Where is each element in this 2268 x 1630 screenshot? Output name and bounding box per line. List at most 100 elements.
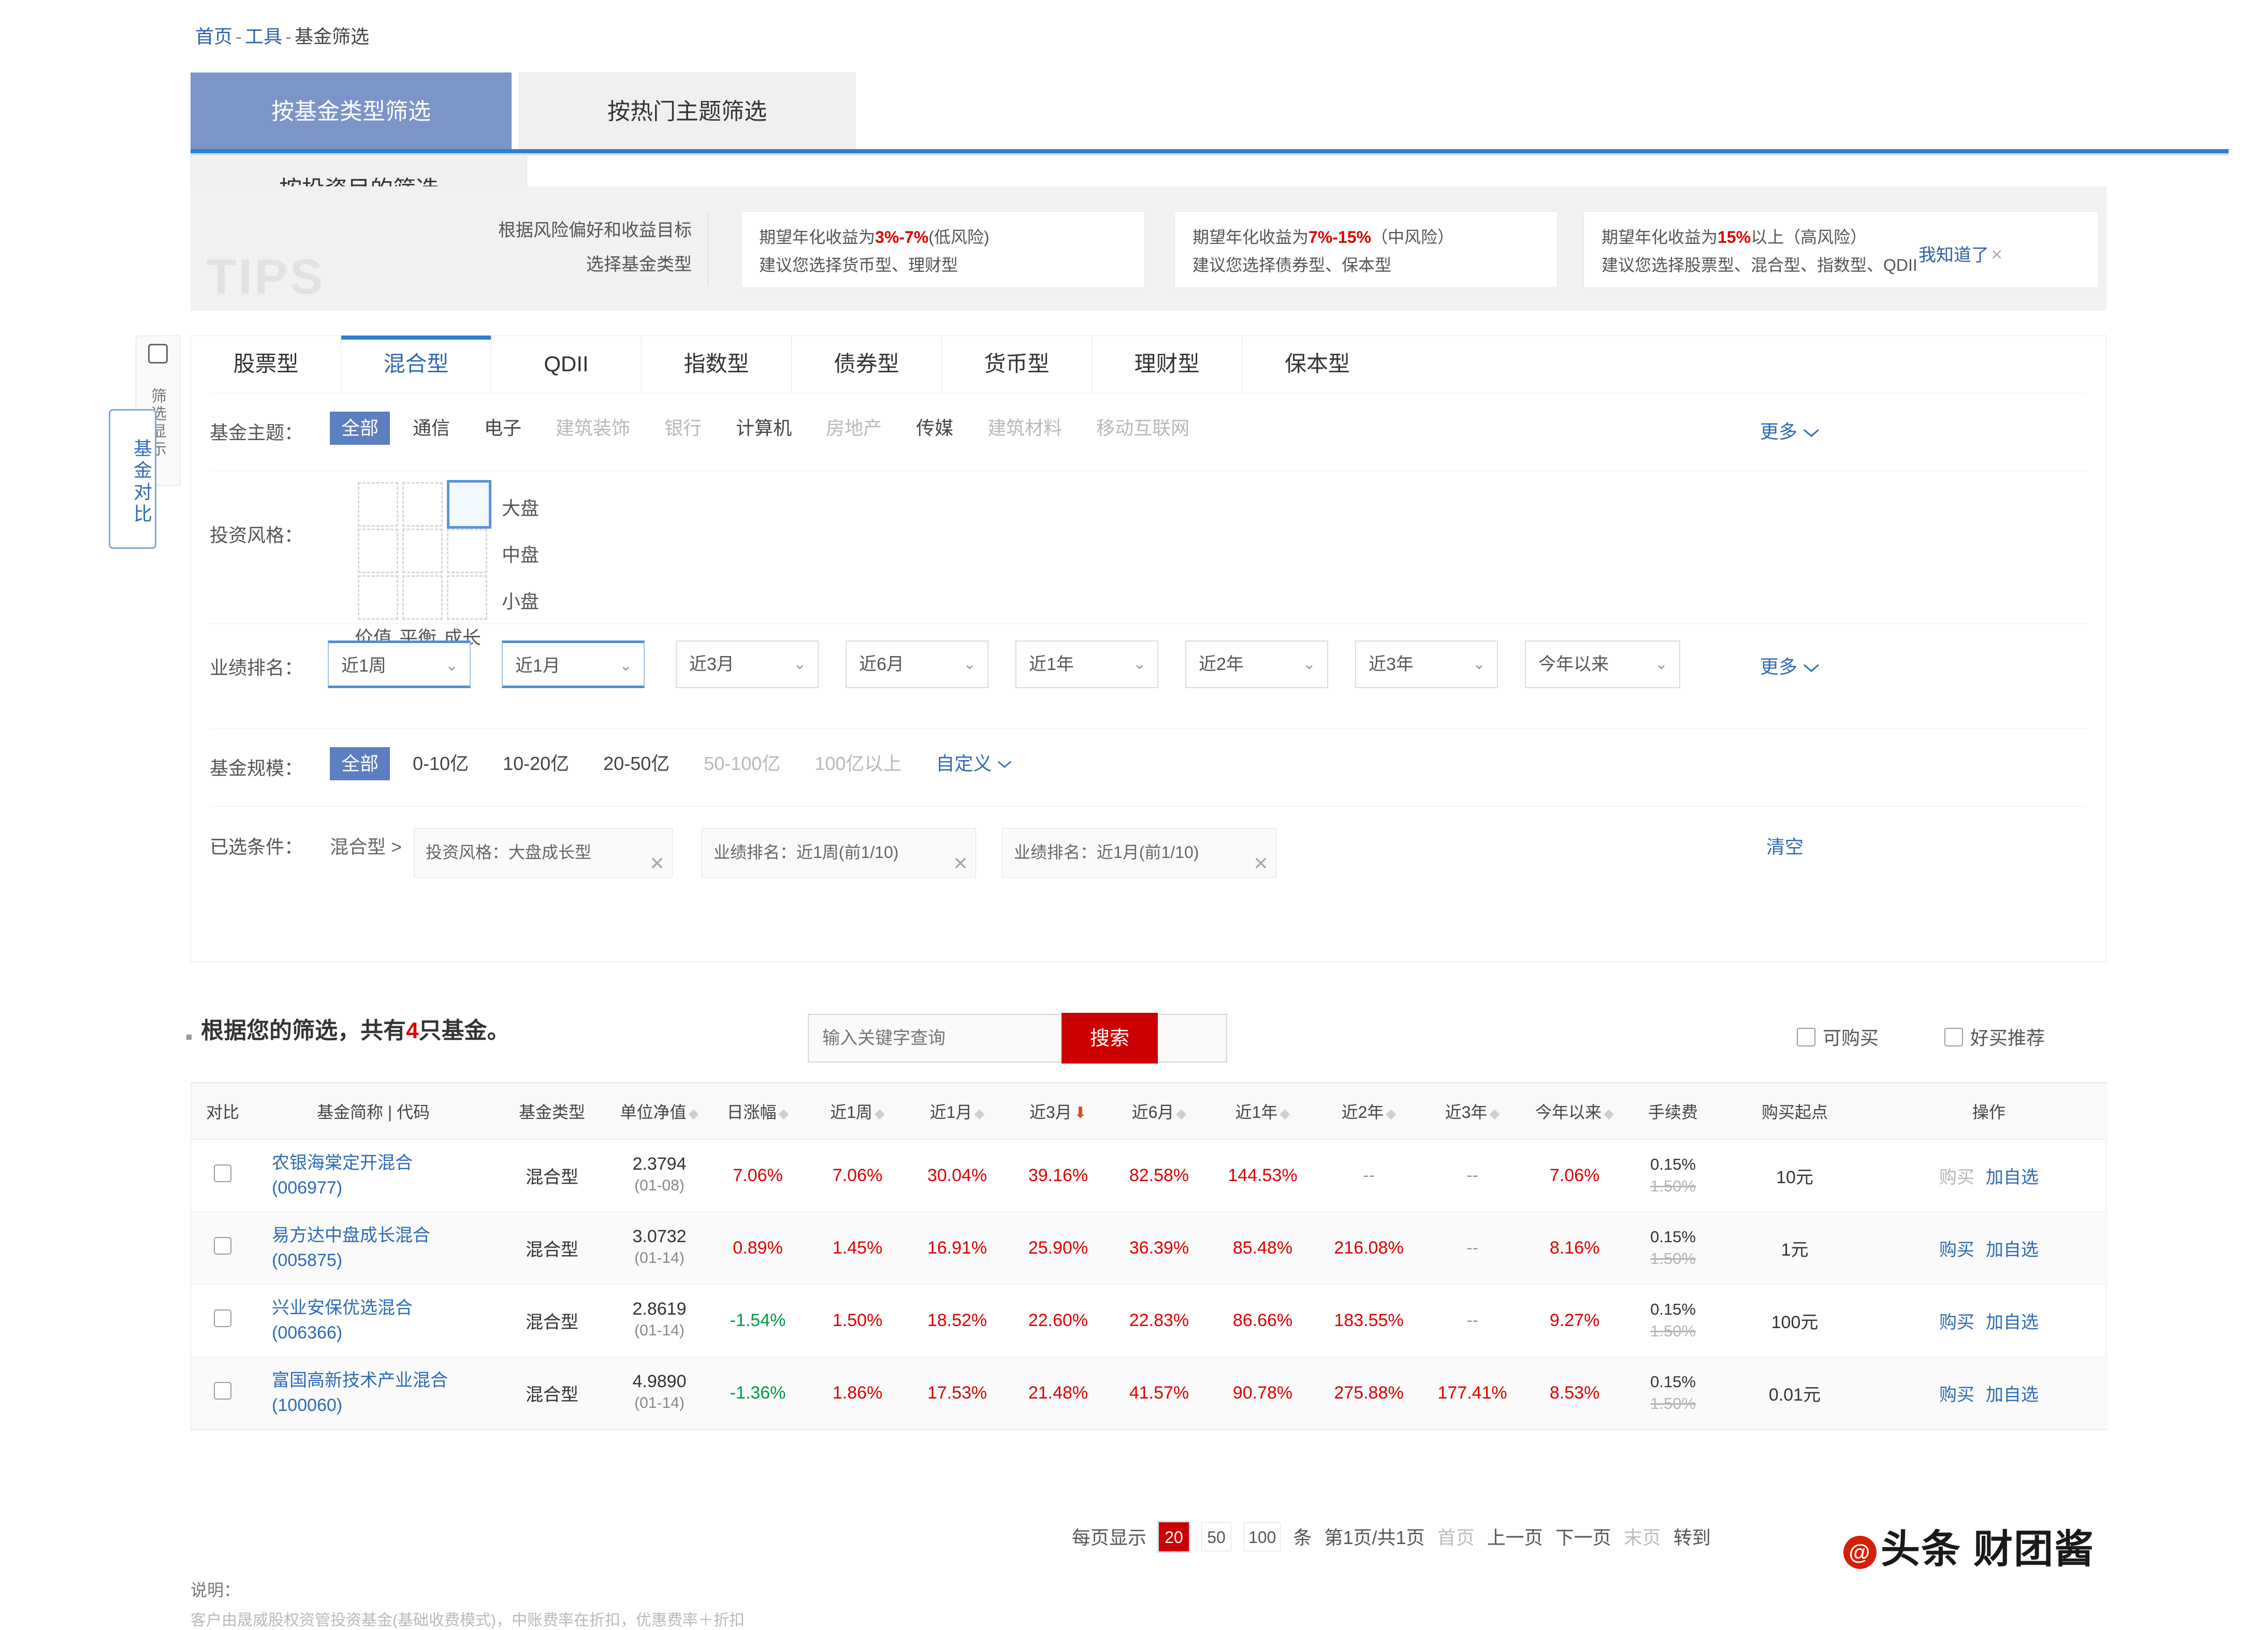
search-button[interactable]: 搜索 bbox=[1062, 1013, 1158, 1064]
theme-option-telecom[interactable]: 通信 bbox=[401, 412, 461, 445]
col-1m[interactable]: 近1月◆ bbox=[907, 1083, 1008, 1139]
row-2-buy-button[interactable]: 购买 bbox=[1939, 1313, 1974, 1332]
scale-option-50-100[interactable]: 50-100亿 bbox=[692, 747, 792, 780]
row-1-buy-button[interactable]: 购买 bbox=[1939, 1240, 1974, 1260]
style-cell-mid-value[interactable] bbox=[358, 529, 398, 573]
style-cell-mid-balanced[interactable] bbox=[402, 529, 443, 573]
col-daily[interactable]: 日涨幅◆ bbox=[707, 1083, 808, 1139]
row-3-compare[interactable] bbox=[191, 1357, 254, 1429]
tips-dismiss-button[interactable]: 我知道了× bbox=[1918, 241, 2002, 266]
rank-select-1m[interactable]: 近1月 ⌄ bbox=[502, 641, 645, 688]
tab-by-hot-theme[interactable]: 按热门主题筛选 bbox=[519, 72, 855, 150]
row-2-add-watchlist-button[interactable]: 加自选 bbox=[1986, 1313, 2039, 1332]
row-2-fund-code-link[interactable]: (006366) bbox=[272, 1320, 491, 1345]
fund-compare-tab[interactable]: 基金对比 bbox=[109, 409, 156, 549]
scale-option-10-20[interactable]: 10-20亿 bbox=[491, 747, 580, 780]
row-3-add-watchlist-button[interactable]: 加自选 bbox=[1986, 1385, 2039, 1405]
scale-option-100-plus[interactable]: 100亿以上 bbox=[803, 747, 913, 780]
style-cell-large-growth[interactable] bbox=[447, 480, 491, 529]
rank-select-ytd[interactable]: 今年以来 ⌄ bbox=[1525, 641, 1680, 688]
filter-checkbox-purchasable[interactable]: 可购买 bbox=[1797, 1023, 1879, 1050]
row-1-add-watchlist-button[interactable]: 加自选 bbox=[1986, 1240, 2039, 1260]
fund-type-tab-index[interactable]: 指数型 bbox=[642, 336, 792, 392]
rank-select-3m[interactable]: 近3月 ⌄ bbox=[676, 641, 819, 688]
col-1w[interactable]: 近1周◆ bbox=[808, 1083, 907, 1139]
style-cell-mid-growth[interactable] bbox=[447, 529, 487, 573]
row-0-add-watchlist-button[interactable]: 加自选 bbox=[1986, 1168, 2039, 1187]
row-0-fund-code-link[interactable]: (006977) bbox=[272, 1175, 491, 1200]
row-1-m3: 25.90% bbox=[1008, 1212, 1109, 1284]
fund-type-tab-money[interactable]: 货币型 bbox=[942, 336, 1092, 392]
rank-select-3y[interactable]: 近3年 ⌄ bbox=[1355, 641, 1498, 688]
pagination-goto[interactable]: 转到 bbox=[1674, 1527, 1711, 1548]
remove-icon[interactable]: ✕ bbox=[1253, 840, 1269, 887]
page-size-50[interactable]: 50 bbox=[1201, 1522, 1231, 1551]
pagination-prev[interactable]: 上一页 bbox=[1487, 1527, 1543, 1548]
rank-select-2y[interactable]: 近2年 ⌄ bbox=[1185, 641, 1328, 688]
row-3-fund-link[interactable]: 富国高新技术产业混合 bbox=[272, 1368, 491, 1393]
scale-option-custom[interactable]: 自定义 bbox=[924, 747, 1024, 780]
theme-option-media[interactable]: 传媒 bbox=[905, 412, 965, 445]
clear-conditions-button[interactable]: 清空 bbox=[1766, 832, 1804, 859]
row-3-type: 混合型 bbox=[492, 1357, 612, 1429]
fund-type-tab-hybrid[interactable]: 混合型 bbox=[341, 336, 491, 392]
theme-option-building-materials[interactable]: 建筑材料 bbox=[976, 412, 1073, 445]
row-1-compare[interactable] bbox=[191, 1212, 254, 1284]
remove-icon[interactable]: ✕ bbox=[649, 840, 665, 887]
theme-more-button[interactable]: 更多 bbox=[1760, 417, 1820, 444]
style-cell-large-value[interactable] bbox=[358, 482, 398, 527]
rank-select-6m[interactable]: 近6月 ⌄ bbox=[846, 641, 988, 688]
theme-option-realestate[interactable]: 房地产 bbox=[815, 412, 893, 445]
row-0-fund-link[interactable]: 农银海棠定开混合 bbox=[272, 1151, 491, 1175]
col-2y[interactable]: 近2年◆ bbox=[1316, 1083, 1422, 1139]
scale-option-all[interactable]: 全部 bbox=[330, 747, 390, 780]
breadcrumb-tool[interactable]: 工具 bbox=[245, 26, 282, 47]
tips-dismiss-label: 我知道了 bbox=[1918, 245, 1989, 265]
row-2-compare[interactable] bbox=[191, 1284, 254, 1357]
rank-select-1y[interactable]: 近1年 ⌄ bbox=[1015, 641, 1158, 688]
theme-option-computer[interactable]: 计算机 bbox=[724, 412, 803, 445]
rank-select-1w[interactable]: 近1周 ⌄ bbox=[328, 641, 471, 688]
filter-display-checkbox[interactable] bbox=[148, 344, 168, 363]
col-3y[interactable]: 近3年◆ bbox=[1422, 1083, 1523, 1139]
remove-icon[interactable]: ✕ bbox=[953, 840, 968, 887]
col-nav[interactable]: 单位净值◆ bbox=[612, 1083, 707, 1139]
row-3-name-cell: 富国高新技术产业混合 (100060) bbox=[254, 1357, 492, 1429]
filter-checkbox-recommended[interactable]: 好买推荐 bbox=[1944, 1023, 2045, 1050]
fund-type-tab-wealth[interactable]: 理财型 bbox=[1092, 336, 1242, 392]
col-6m[interactable]: 近6月◆ bbox=[1109, 1083, 1210, 1139]
theme-option-electronics[interactable]: 电子 bbox=[473, 412, 533, 445]
scale-option-20-50[interactable]: 20-50亿 bbox=[592, 747, 681, 780]
row-0-compare[interactable] bbox=[191, 1139, 254, 1212]
row-2-fund-link[interactable]: 兴业安保优选混合 bbox=[272, 1296, 491, 1320]
fund-type-tab-bond[interactable]: 债券型 bbox=[792, 336, 942, 392]
fund-type-tab-capital-guard[interactable]: 保本型 bbox=[1242, 336, 1392, 392]
scale-option-0-10[interactable]: 0-10亿 bbox=[401, 747, 480, 780]
style-cell-small-value[interactable] bbox=[358, 575, 398, 620]
pagination-next[interactable]: 下一页 bbox=[1555, 1527, 1611, 1548]
table-row: 农银海棠定开混合 (006977) 混合型 2.3794(01-08) 7.06… bbox=[191, 1139, 2108, 1212]
col-ytd[interactable]: 今年以来◆ bbox=[1523, 1083, 1626, 1139]
fund-type-tab-stock[interactable]: 股票型 bbox=[191, 336, 341, 392]
row-1-fund-link[interactable]: 易方达中盘成长混合 bbox=[272, 1223, 491, 1248]
style-cell-large-balanced[interactable] bbox=[402, 482, 443, 527]
theme-option-all[interactable]: 全部 bbox=[330, 412, 390, 445]
tab-by-fund-type[interactable]: 按基金类型筛选 bbox=[191, 72, 512, 150]
theme-option-mobile-internet[interactable]: 移动互联网 bbox=[1085, 412, 1201, 445]
page-size-20[interactable]: 20 bbox=[1159, 1522, 1189, 1551]
col-1y[interactable]: 近1年◆ bbox=[1210, 1083, 1316, 1139]
row-3-buy-button[interactable]: 购买 bbox=[1939, 1385, 1974, 1405]
row-1-fund-code-link[interactable]: (005875) bbox=[272, 1248, 491, 1273]
fund-type-tab-qdii[interactable]: QDII bbox=[491, 336, 642, 392]
tips-card-2-line1: 期望年化收益为7%-15%（中风险） bbox=[1193, 223, 1539, 251]
style-cell-small-growth[interactable] bbox=[447, 575, 487, 620]
row-3-fund-code-link[interactable]: (100060) bbox=[272, 1393, 491, 1418]
breadcrumb-home[interactable]: 首页 bbox=[195, 26, 232, 47]
theme-option-construction-decor[interactable]: 建筑装饰 bbox=[544, 412, 642, 445]
style-cell-small-balanced[interactable] bbox=[402, 575, 443, 620]
theme-option-bank[interactable]: 银行 bbox=[653, 412, 713, 445]
rank-more-button[interactable]: 更多 bbox=[1760, 652, 1820, 679]
col-3m[interactable]: 近3月⬇ bbox=[1008, 1083, 1109, 1139]
search-input[interactable] bbox=[809, 1015, 1226, 1061]
page-size-100[interactable]: 100 bbox=[1244, 1522, 1281, 1551]
